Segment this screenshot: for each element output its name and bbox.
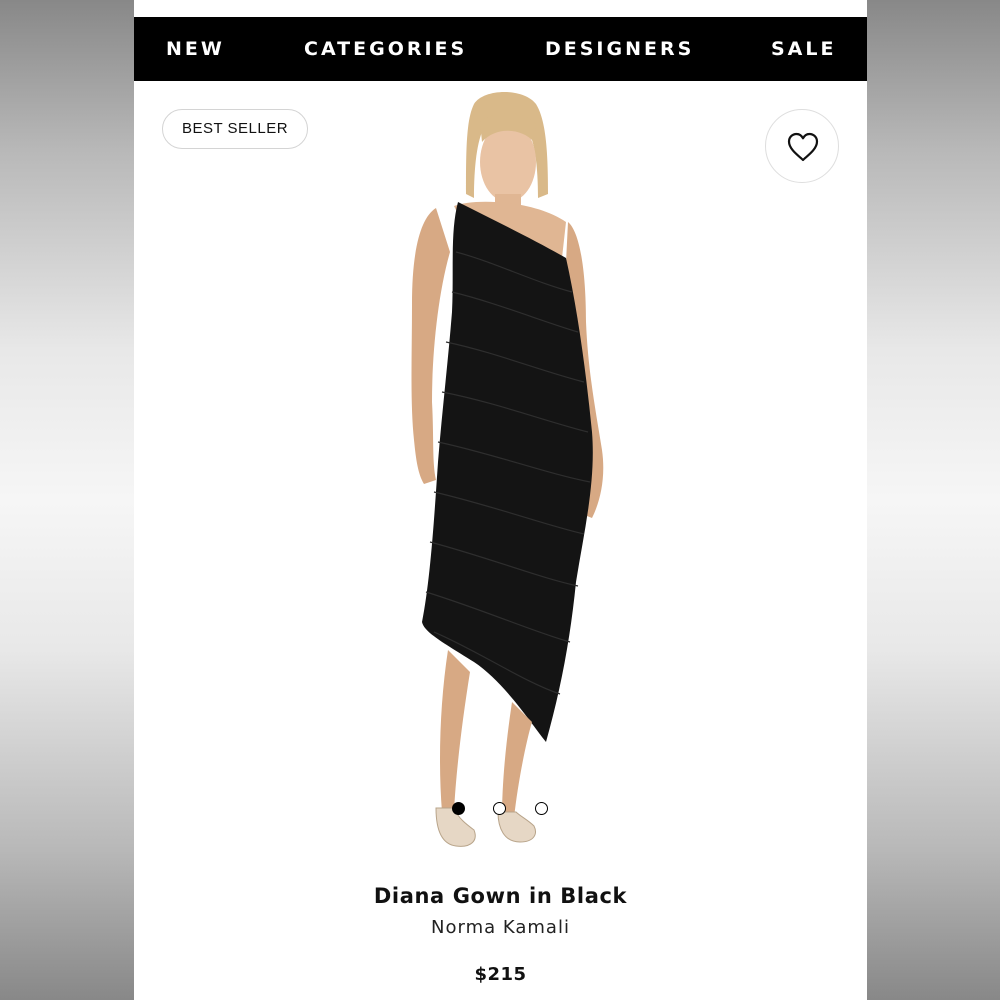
product-name[interactable]: Diana Gown in Black bbox=[134, 884, 867, 908]
carousel-indicators bbox=[452, 802, 552, 816]
carousel-dot-3[interactable] bbox=[535, 802, 548, 815]
designer-name[interactable]: Norma Kamali bbox=[134, 917, 867, 938]
carousel-dot-1[interactable] bbox=[452, 802, 465, 815]
product-card: NEW CATEGORIES DESIGNERS SALE BEST SELLE… bbox=[134, 0, 867, 1000]
top-nav: NEW CATEGORIES DESIGNERS SALE bbox=[134, 17, 867, 81]
nav-item-categories[interactable]: CATEGORIES bbox=[304, 17, 467, 81]
nav-item-designers[interactable]: DESIGNERS bbox=[545, 17, 694, 81]
right-backdrop bbox=[867, 0, 1000, 1000]
nav-item-new[interactable]: NEW bbox=[166, 17, 225, 81]
left-backdrop bbox=[0, 0, 134, 1000]
best-seller-badge: BEST SELLER bbox=[162, 109, 308, 149]
nav-item-sale[interactable]: SALE bbox=[771, 17, 836, 81]
carousel-dot-2[interactable] bbox=[493, 802, 506, 815]
product-price: $215 bbox=[474, 964, 527, 985]
product-photo[interactable] bbox=[334, 82, 654, 872]
heart-outline-icon bbox=[787, 132, 819, 162]
favorite-button[interactable] bbox=[765, 109, 839, 183]
